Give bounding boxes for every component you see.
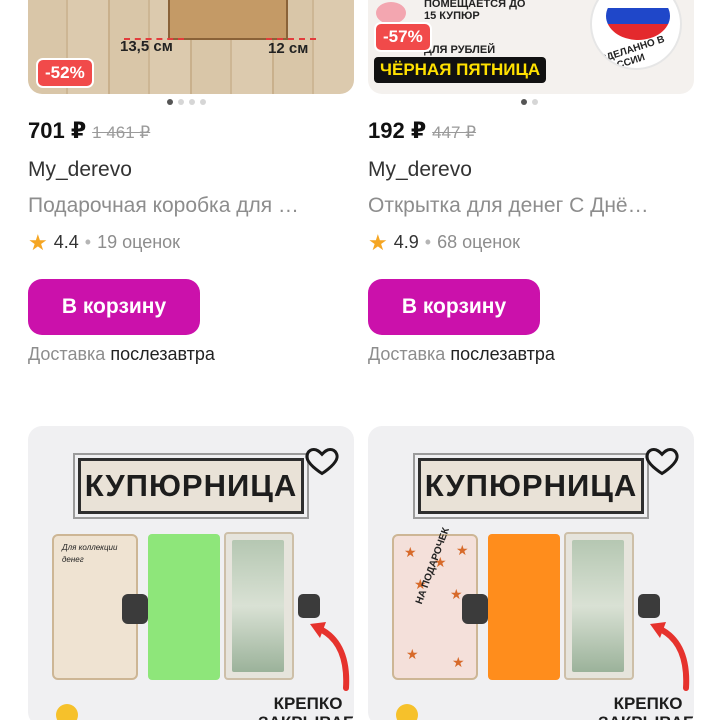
delivery-label: Доставка xyxy=(28,344,106,364)
carousel-dot xyxy=(178,99,184,105)
made-in-russia-badge: СДЕЛАННО В РОССИИ xyxy=(590,0,682,70)
feature-caption: КРЕПКО ЗАКРЫВАЕТСЯ xyxy=(258,694,354,720)
current-price: 701 ₽ xyxy=(28,118,87,143)
wallet-clasp xyxy=(122,594,148,624)
carousel-dot xyxy=(532,99,538,105)
product-image[interactable]: КУПЮРНИЦА ★ ★ ★ ★ ★ ★ ★ НА ПОДАРОЧЕК КРЕ… xyxy=(368,426,694,720)
rating-value: 4.9 xyxy=(393,232,419,252)
red-arrow-icon xyxy=(650,622,690,691)
carousel-dot xyxy=(167,99,173,105)
seller-name[interactable]: My_derevo xyxy=(368,158,472,182)
rating-row: ★ 4.9 • 68 оценок xyxy=(368,229,520,255)
wallet-inner-panel xyxy=(488,534,560,680)
star-decoration: ★ xyxy=(450,586,463,602)
delivery-date: послезавтра xyxy=(110,344,215,364)
dimension-depth-label: 12 см xyxy=(268,40,309,57)
product-banner: КУПЮРНИЦА xyxy=(73,453,309,519)
black-friday-label: ЧЁРНАЯ ПЯТНИЦА xyxy=(374,57,547,83)
star-decoration: ★ xyxy=(452,654,465,670)
heart-outline-icon[interactable] xyxy=(644,442,680,478)
price-row: 192 ₽ 447 ₽ xyxy=(368,118,476,144)
add-to-cart-button[interactable]: В корзину xyxy=(368,279,540,335)
carousel-dot xyxy=(189,99,195,105)
price-row: 701 ₽ 1 461 ₽ xyxy=(28,118,150,144)
discount-badge: -52% xyxy=(36,58,94,88)
wallet-clasp xyxy=(462,594,488,624)
star-icon: ★ xyxy=(368,229,388,255)
star-decoration: ★ xyxy=(456,542,469,558)
star-decoration: ★ xyxy=(406,646,419,662)
carousel-dots xyxy=(167,99,206,107)
wallet-engraving-text: Для коллекции денег xyxy=(62,543,118,564)
wallet-banknote-panel xyxy=(224,532,294,680)
feature-caption: КРЕПКО ЗАКРЫВАЕТСЯ xyxy=(598,694,694,720)
heart-outline-icon[interactable] xyxy=(304,442,340,478)
product-image[interactable]: 13,5 см 12 см -52% xyxy=(28,0,354,94)
seller-name[interactable]: My_derevo xyxy=(28,158,132,182)
wallet-banknote-panel xyxy=(564,532,634,680)
separator-dot: • xyxy=(84,232,92,252)
delivery-info: Доставка послезавтра xyxy=(368,344,555,365)
add-to-cart-button[interactable]: В корзину xyxy=(28,279,200,335)
wooden-box-illustration xyxy=(168,0,288,40)
current-price: 192 ₽ xyxy=(368,118,427,143)
promo-currency-text: ДЛЯ РУБЛЕЙ xyxy=(424,44,496,56)
wallet-engraving-text: НА ПОДАРОЧЕК xyxy=(414,526,452,606)
rating-value: 4.4 xyxy=(53,232,79,252)
delivery-label: Доставка xyxy=(368,344,446,364)
product-image[interactable]: ПОМЕЩАЕТСЯ ДО 15 КУПЮР ДЛЯ РУБЛЕЙ -57% Ч… xyxy=(368,0,694,94)
piggy-bank-illustration xyxy=(376,2,406,24)
rating-row: ★ 4.4 • 19 оценок xyxy=(28,229,180,255)
product-title[interactable]: Открытка для денег С Днё… xyxy=(368,194,688,218)
discount-badge: -57% xyxy=(374,22,432,52)
old-price: 1 461 ₽ xyxy=(92,123,151,142)
delivery-info: Доставка послезавтра xyxy=(28,344,215,365)
dimension-width-label: 13,5 см xyxy=(120,38,173,55)
promo-capacity-text: ПОМЕЩАЕТСЯ ДО 15 КУПЮР xyxy=(424,0,526,22)
product-title[interactable]: Подарочная коробка для … xyxy=(28,194,348,218)
reviews-count[interactable]: 68 оценок xyxy=(437,232,520,253)
separator-dot: • xyxy=(424,232,432,252)
carousel-dot xyxy=(521,99,527,105)
banknote-image xyxy=(572,540,624,672)
reviews-count[interactable]: 19 оценок xyxy=(97,232,180,253)
carousel-dots xyxy=(521,99,538,107)
banknote-image xyxy=(232,540,284,672)
carousel-dot xyxy=(200,99,206,105)
product-banner: КУПЮРНИЦА xyxy=(413,453,649,519)
product-image[interactable]: КУПЮРНИЦА Для коллекции денег КРЕПКО ЗАК… xyxy=(28,426,354,720)
old-price: 447 ₽ xyxy=(432,123,477,142)
star-icon: ★ xyxy=(28,229,48,255)
delivery-date: послезавтра xyxy=(450,344,555,364)
coins-decoration xyxy=(56,704,78,720)
red-arrow-icon xyxy=(310,622,350,691)
coins-decoration xyxy=(396,704,418,720)
wallet-inner-panel xyxy=(148,534,220,680)
star-decoration: ★ xyxy=(404,544,417,560)
